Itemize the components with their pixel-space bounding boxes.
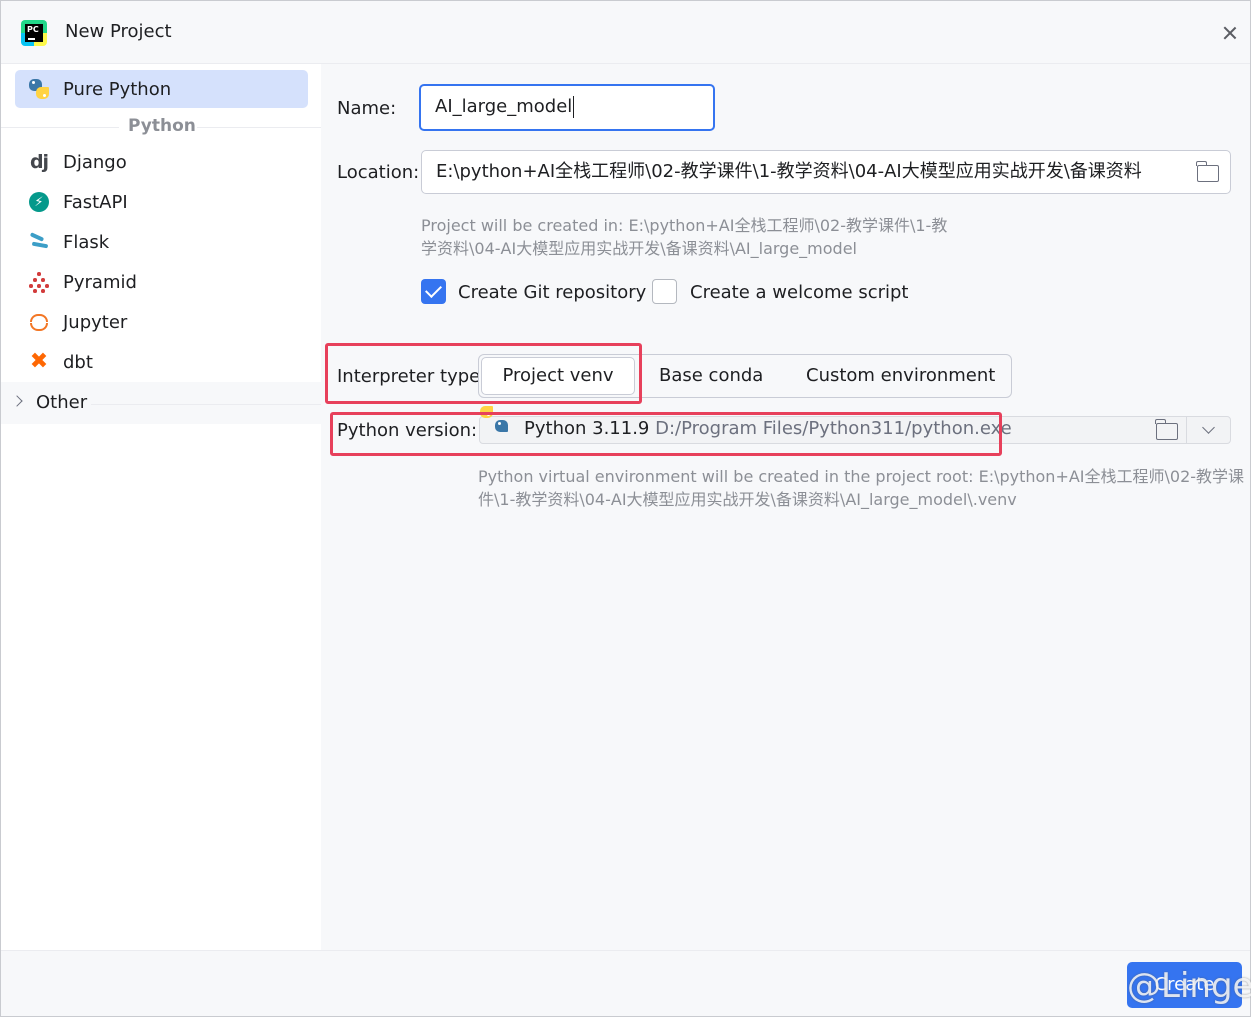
jupyter-icon	[28, 311, 50, 333]
sidebar-item-fastapi[interactable]: ⚡ FastAPI	[15, 183, 308, 221]
sidebar-item-label: Pure Python	[63, 78, 172, 100]
title-bar: PC New Project	[1, 1, 1250, 64]
python-version-select[interactable]: Python 3.11.9 D:/Program Files/Python311…	[479, 406, 1231, 444]
python-version-label: Python version:	[337, 420, 478, 441]
sidebar-item-flask[interactable]: Flask	[15, 223, 308, 261]
sidebar-item-label: Django	[63, 151, 127, 173]
name-label: Name:	[337, 98, 397, 119]
chevron-right-icon	[11, 395, 23, 407]
sidebar-item-label: dbt	[63, 351, 93, 373]
interpreter-option-project-venv[interactable]: Project venv	[481, 357, 635, 395]
dialog-title: New Project	[65, 21, 172, 42]
sidebar-item-jupyter[interactable]: Jupyter	[15, 303, 308, 341]
pycharm-logo-icon: PC	[21, 20, 47, 46]
browse-interpreter-icon[interactable]	[1155, 419, 1178, 440]
sidebar-item-label: Flask	[63, 231, 110, 253]
python-version-value: Python 3.11.9 D:/Program Files/Python311…	[524, 418, 1012, 439]
create-button[interactable]: Create	[1127, 962, 1242, 1008]
sidebar-item-django[interactable]: dj Django	[15, 143, 308, 181]
fastapi-icon: ⚡	[28, 191, 50, 213]
location-label: Location:	[337, 162, 420, 183]
sidebar-item-pyramid[interactable]: Pyramid	[15, 263, 308, 301]
name-input[interactable]: AI_large_model	[419, 84, 715, 131]
close-icon[interactable]	[1217, 20, 1243, 46]
pyramid-icon	[28, 271, 50, 293]
interpreter-option-custom-environment[interactable]: Custom environment	[806, 355, 995, 397]
new-project-dialog: PC New Project Pure Python Python dj Dja…	[0, 0, 1251, 1017]
project-type-sidebar: Pure Python Python dj Django ⚡ FastAPI F…	[1, 64, 321, 950]
project-path-hint: Project will be created in: E:\python+AI…	[421, 216, 948, 258]
group-label: Python	[128, 116, 196, 136]
venv-location-hint: Python virtual environment will be creat…	[478, 467, 1245, 509]
sidebar-item-other[interactable]: Other	[1, 382, 321, 424]
sidebar-item-pure-python[interactable]: Pure Python	[15, 70, 308, 108]
dbt-icon: ✖	[29, 349, 49, 374]
welcome-script-label: Create a welcome script	[690, 282, 909, 303]
interpreter-option-base-conda[interactable]: Base conda	[659, 355, 763, 397]
location-input[interactable]: E:\python+AI全栈工程师\02-教学课件\1-教学资料\04-AI大模…	[421, 150, 1231, 194]
python-group-separator: Python	[1, 114, 321, 140]
sidebar-item-dbt[interactable]: ✖ dbt	[15, 343, 308, 381]
interpreter-type-label: Interpreter type:	[337, 366, 487, 387]
other-label: Other	[36, 392, 88, 413]
welcome-script-checkbox[interactable]	[652, 279, 677, 304]
location-value: E:\python+AI全栈工程师\02-教学课件\1-教学资料\04-AI大模…	[436, 161, 1142, 182]
browse-folder-icon[interactable]	[1196, 161, 1219, 182]
sidebar-item-label: Pyramid	[63, 271, 137, 293]
sidebar-item-label: FastAPI	[63, 191, 128, 213]
interpreter-type-selector: Project venv Base conda Custom environme…	[478, 354, 1012, 398]
sidebar-item-label: Jupyter	[63, 311, 128, 333]
project-settings-form: Name: AI_large_model Location: E:\python…	[321, 64, 1250, 950]
django-icon: dj	[29, 151, 49, 173]
chevron-down-icon[interactable]	[1202, 421, 1215, 434]
flask-icon	[28, 231, 50, 253]
create-git-checkbox[interactable]	[421, 279, 446, 304]
create-git-label: Create Git repository	[458, 282, 647, 303]
dialog-footer: Create @Linge	[1, 950, 1251, 1016]
python-icon	[28, 78, 50, 100]
